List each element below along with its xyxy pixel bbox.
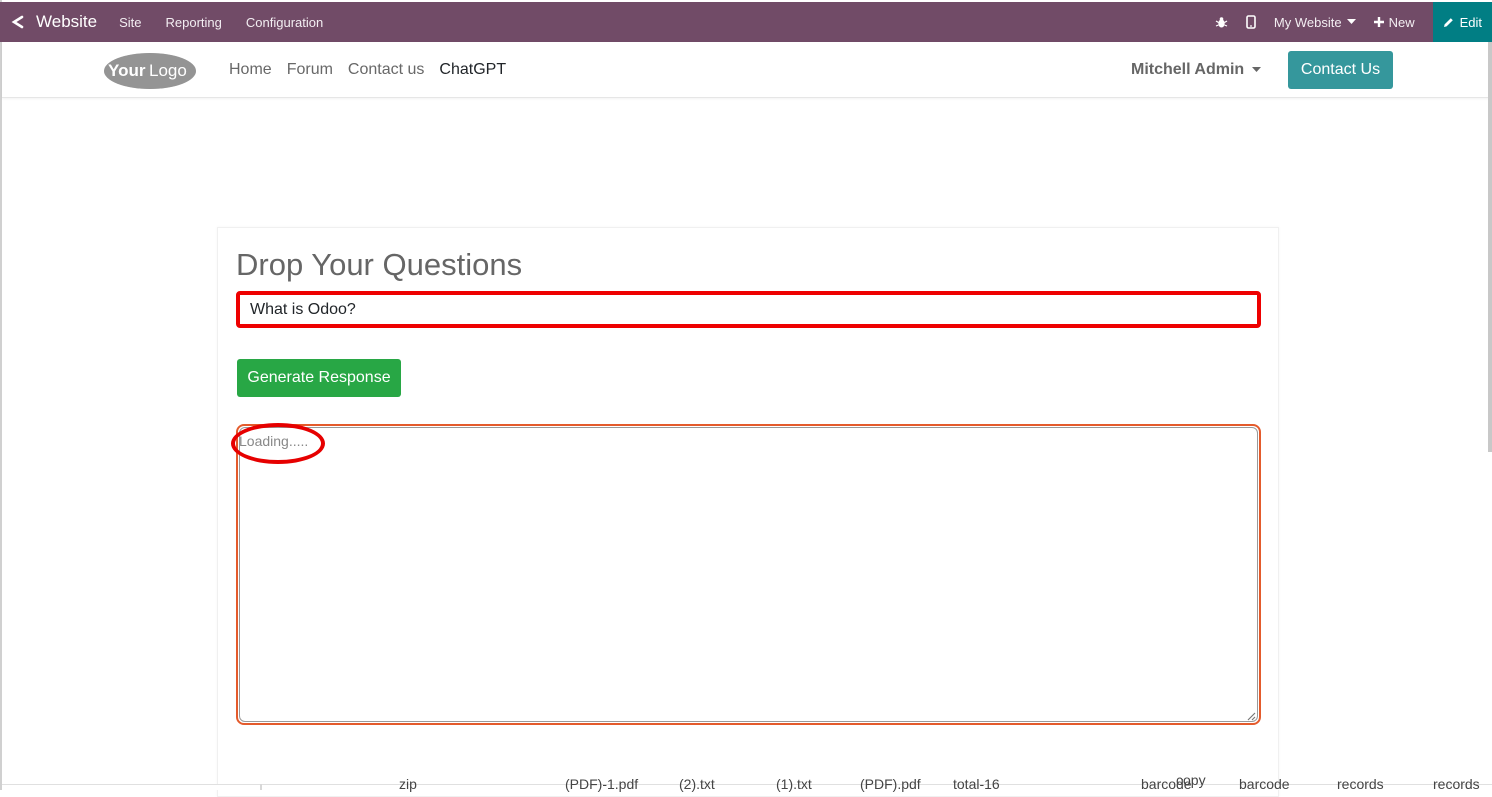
menu-site[interactable]: Site	[119, 15, 141, 30]
app-name[interactable]: Website	[36, 12, 97, 32]
mobile-preview-icon[interactable]	[1246, 15, 1256, 29]
clipped-text: (2).txt	[679, 776, 715, 792]
clipped-text: (PDF).pdf	[860, 776, 921, 792]
clipped-text: barcode	[1239, 776, 1290, 792]
clipped-text: zip	[399, 776, 417, 792]
nav-chatgpt[interactable]: ChatGPT	[439, 61, 506, 79]
my-website-label: My Website	[1273, 14, 1342, 30]
page-title: Drop Your Questions	[236, 247, 523, 282]
edit-button[interactable]: Edit	[1432, 2, 1492, 42]
topbar-right: My Website New Edit	[1215, 2, 1492, 42]
logo-text-logo: Logo	[149, 61, 187, 80]
page-scrollbar[interactable]	[1488, 42, 1492, 452]
caret-down-icon	[1346, 19, 1356, 24]
clipped-text: copy	[1176, 772, 1206, 788]
debug-bug-icon[interactable]	[1215, 16, 1228, 29]
user-menu[interactable]: Mitchell Admin	[1131, 42, 1262, 98]
caret-down-icon	[1252, 67, 1262, 72]
contact-us-button[interactable]: Contact Us	[1288, 51, 1393, 89]
clipped-text: (1).txt	[776, 776, 812, 792]
nav-contact-us[interactable]: Contact us	[348, 61, 424, 79]
menu-reporting[interactable]: Reporting	[166, 15, 222, 30]
site-logo[interactable]: Your Logo	[102, 50, 198, 90]
odoo-top-bar: Website Site Reporting Configuration My …	[0, 2, 1492, 42]
loading-highlight-circle	[231, 423, 325, 464]
menu-configuration[interactable]: Configuration	[246, 15, 323, 30]
clipped-text: (PDF)-1.pdf	[565, 776, 639, 792]
website-header: Your Logo Home Forum Contact us ChatGPT …	[2, 42, 1490, 98]
lower-window-divider	[260, 784, 262, 790]
clipped-text: records	[1337, 776, 1384, 792]
new-button[interactable]: New	[1373, 14, 1415, 30]
my-website-dropdown[interactable]: My Website	[1274, 15, 1356, 30]
question-input[interactable]: What is Odoo?	[236, 291, 1261, 328]
user-name: Mitchell Admin	[1131, 61, 1245, 78]
response-textarea-inner	[239, 427, 1258, 722]
edit-label: Edit	[1459, 14, 1482, 30]
plus-icon	[1373, 17, 1384, 27]
response-textarea[interactable]	[236, 424, 1261, 725]
generate-response-button[interactable]: Generate Response	[237, 359, 401, 397]
nav-forum[interactable]: Forum	[287, 61, 333, 79]
home-menu-icon[interactable]	[0, 2, 36, 42]
logo-text-your: Your	[108, 61, 146, 80]
main-nav: Home Forum Contact us ChatGPT	[229, 42, 521, 98]
clipped-text: records	[1433, 776, 1480, 792]
nav-home[interactable]: Home	[229, 61, 272, 79]
new-label: New	[1388, 14, 1415, 30]
pencil-icon	[1443, 17, 1453, 27]
resize-grip-icon[interactable]	[1244, 709, 1256, 721]
clipped-text: total-16	[953, 776, 1000, 792]
